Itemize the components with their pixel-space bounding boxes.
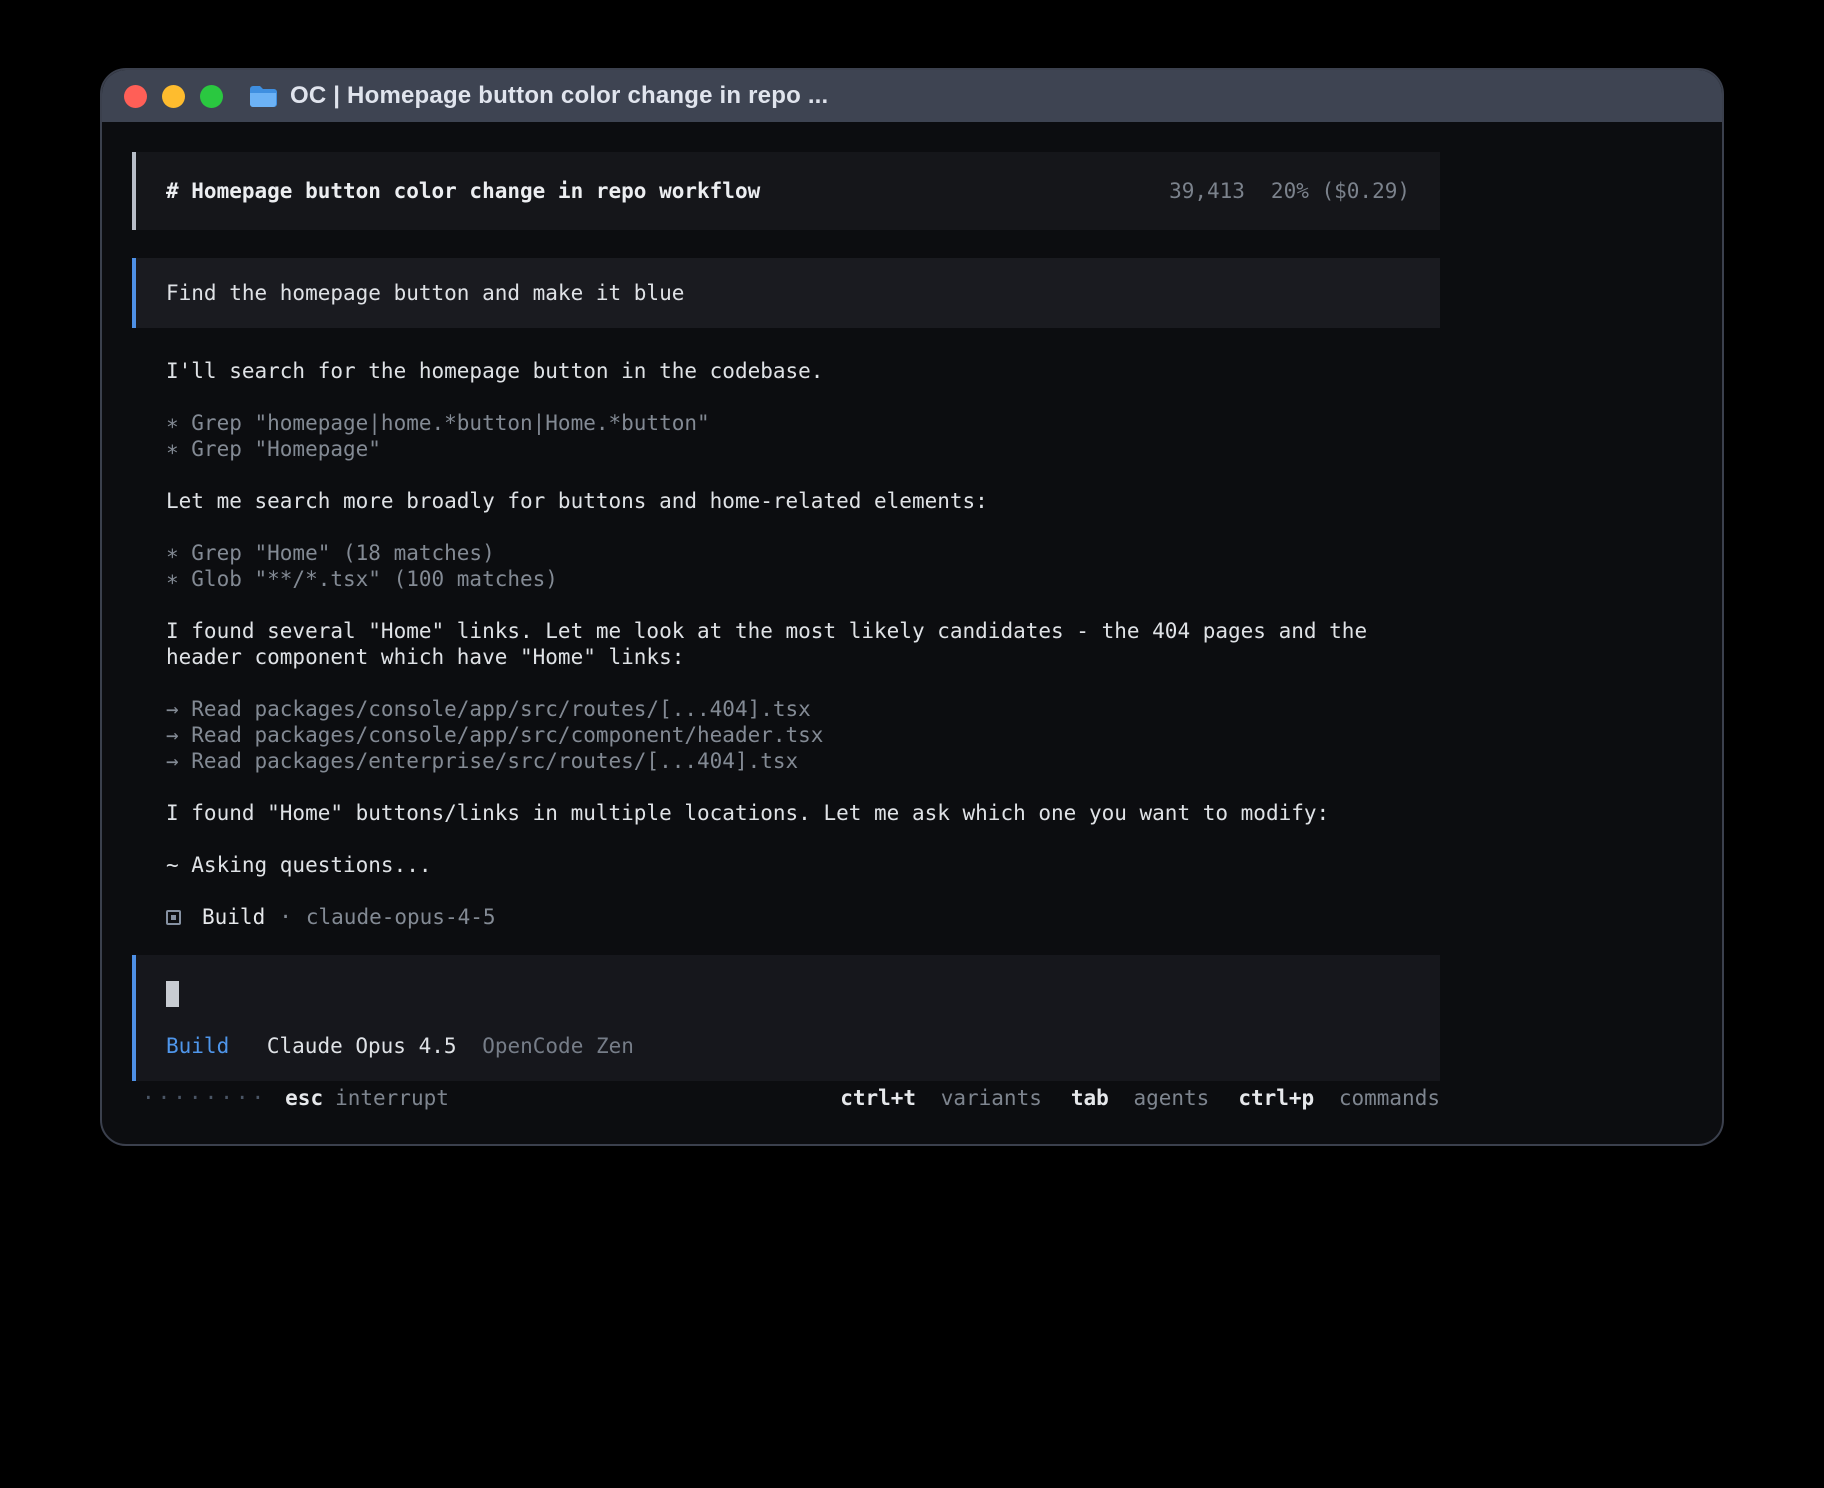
agent-separator: · [279, 904, 292, 930]
context-cost: 20% ($0.29) [1271, 178, 1410, 204]
terminal-window: OC | Homepage button color change in rep… [100, 68, 1724, 1146]
zoom-button[interactable] [200, 85, 223, 108]
prompt-input[interactable]: Build Claude Opus 4.5 OpenCode Zen [132, 955, 1440, 1081]
status-bar-right: ctrl+t variants tab agents ctrl+p comman… [840, 1085, 1440, 1111]
tool-call-grep: ∗ Grep "Home" (18 matches) [166, 540, 1440, 566]
window-title: OC | Homepage button color change in rep… [290, 82, 828, 110]
provider-label: OpenCode Zen [482, 1034, 634, 1058]
session-header: # Homepage button color change in repo w… [132, 152, 1440, 230]
status-bar: ········ esc interrupt ctrl+t variants t… [132, 1085, 1440, 1111]
tool-call-glob: ∗ Glob "**/*.tsx" (100 matches) [166, 566, 1440, 592]
shortcut-action: commands [1339, 1086, 1440, 1110]
tool-call-group: ∗ Grep "Home" (18 matches) ∗ Glob "**/*.… [166, 540, 1440, 592]
shortcut-action: agents [1133, 1086, 1209, 1110]
shortcut-key: ctrl+p [1238, 1086, 1314, 1110]
shortcut-agents: tab agents [1071, 1085, 1209, 1111]
folder-icon [249, 85, 277, 108]
tool-call-read: → Read packages/console/app/src/routes/[… [166, 696, 1440, 722]
status-bar-left: ········ esc interrupt [142, 1085, 449, 1111]
model-label[interactable]: Claude Opus 4.5 [267, 1034, 457, 1058]
assistant-text: Let me search more broadly for buttons a… [166, 488, 1440, 514]
assistant-text: I'll search for the homepage button in t… [166, 358, 1440, 384]
assistant-text: I found "Home" buttons/links in multiple… [166, 800, 1440, 826]
build-agent-icon [166, 910, 181, 925]
assistant-text: I found several "Home" links. Let me loo… [166, 618, 1440, 670]
shortcut-variants: ctrl+t variants [840, 1085, 1042, 1111]
input-status-row: Build Claude Opus 4.5 OpenCode Zen [166, 1033, 1410, 1059]
interrupt-hint: interrupt [335, 1085, 449, 1111]
esc-key-hint: esc [285, 1085, 323, 1111]
session-title: # Homepage button color change in repo w… [166, 178, 760, 204]
input-line[interactable] [166, 981, 1410, 1007]
traffic-lights [124, 85, 223, 108]
agent-mode-label[interactable]: Build [166, 1034, 229, 1058]
session-stats: 39,413 20% ($0.29) [1169, 178, 1410, 204]
user-message: Find the homepage button and make it blu… [132, 258, 1440, 328]
agent-status: Build · claude-opus-4-5 [166, 904, 1440, 930]
minimize-button[interactable] [162, 85, 185, 108]
tool-call-read: → Read packages/console/app/src/componen… [166, 722, 1440, 748]
token-count: 39,413 [1169, 178, 1245, 204]
shortcut-action: variants [941, 1086, 1042, 1110]
tool-call-group: ∗ Grep "homepage|home.*button|Home.*butt… [166, 410, 1440, 462]
spinner-dots: ········ [142, 1085, 267, 1111]
text-cursor [166, 981, 179, 1007]
tool-call-read: → Read packages/enterprise/src/routes/[.… [166, 748, 1440, 774]
window-titlebar: OC | Homepage button color change in rep… [102, 70, 1722, 122]
tool-call-grep: ∗ Grep "Homepage" [166, 436, 1440, 462]
shortcut-key: ctrl+t [840, 1086, 916, 1110]
tool-call-group: → Read packages/console/app/src/routes/[… [166, 696, 1440, 774]
tool-call-grep: ∗ Grep "homepage|home.*button|Home.*butt… [166, 410, 1440, 436]
agent-name: Build [202, 904, 265, 930]
close-button[interactable] [124, 85, 147, 108]
shortcut-key: tab [1071, 1086, 1109, 1110]
shortcut-commands: ctrl+p commands [1238, 1085, 1440, 1111]
agent-model: claude-opus-4-5 [306, 904, 496, 930]
assistant-status-text: ~ Asking questions... [166, 852, 1440, 878]
conversation: I'll search for the homepage button in t… [132, 358, 1440, 930]
user-message-text: Find the homepage button and make it blu… [166, 281, 684, 305]
